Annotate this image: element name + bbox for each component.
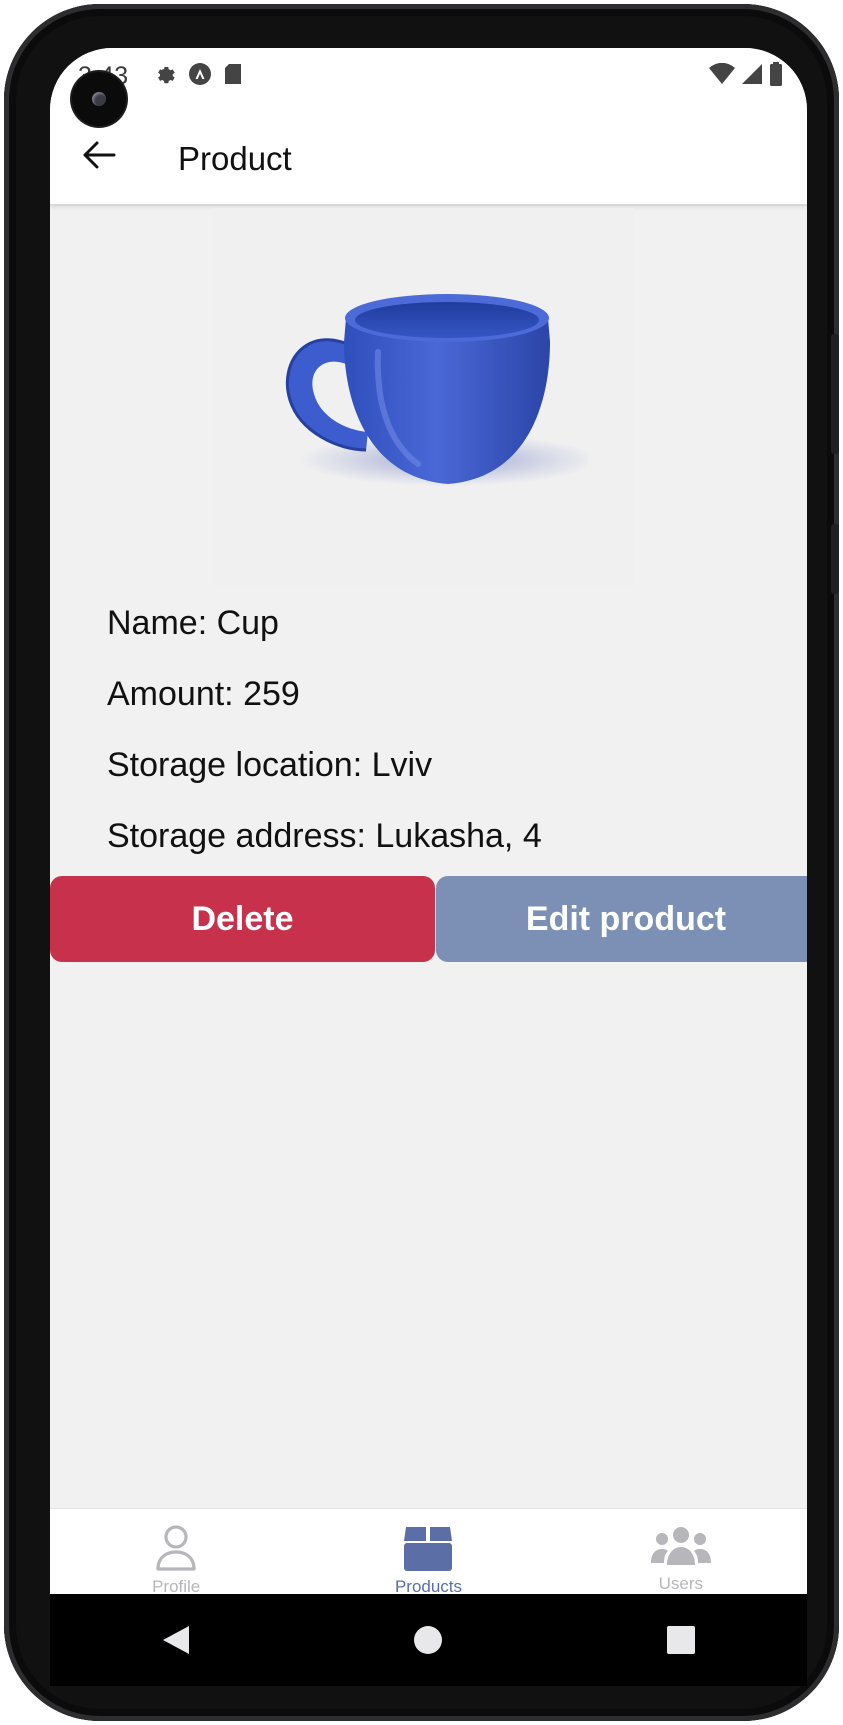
a-badge-icon: [188, 62, 212, 91]
front-camera: [72, 72, 126, 126]
tab-users[interactable]: Users: [555, 1509, 807, 1594]
back-button[interactable]: [76, 134, 122, 180]
tab-label: Users: [658, 1574, 704, 1593]
gear-icon: [154, 63, 176, 90]
product-amount: Amount: 259: [107, 675, 300, 713]
product-storage-location: Storage location: Lviv: [107, 746, 433, 784]
bottom-tab-bar: Profile Products Users: [50, 1508, 807, 1594]
product-details: Name: Cup Amount: 259 Storage location: …: [107, 603, 542, 887]
screen: 3:43: [50, 48, 807, 1594]
camera-lens: [92, 92, 106, 106]
status-bar: 3:43: [50, 48, 807, 100]
edit-product-button[interactable]: Edit product: [436, 876, 807, 962]
battery-icon: [769, 62, 783, 91]
nav-home-button[interactable]: [388, 1605, 468, 1675]
tab-profile[interactable]: Profile: [50, 1509, 302, 1594]
top-area: 3:43: [50, 48, 807, 206]
blue-cup-image: [285, 294, 588, 486]
nav-back-button[interactable]: [136, 1605, 216, 1675]
volume-button: [831, 334, 839, 454]
square-recents-icon: [666, 1626, 695, 1654]
circle-home-icon: [414, 1626, 443, 1654]
signal-icon: [741, 63, 763, 90]
nav-recents-button[interactable]: [641, 1605, 721, 1675]
tab-label: Profile: [152, 1577, 201, 1594]
power-button: [831, 524, 839, 594]
arrow-left-icon: [82, 140, 116, 175]
status-icons-right: [709, 62, 783, 91]
sd-card-icon: [224, 63, 242, 90]
triangle-back-icon: [163, 1626, 190, 1654]
product-image: [212, 208, 634, 586]
wifi-icon: [709, 62, 735, 90]
delete-button[interactable]: Delete: [50, 876, 435, 962]
action-buttons: Delete Edit product: [50, 876, 807, 962]
system-nav-bar: [50, 1594, 807, 1686]
page-title: Product: [178, 140, 292, 177]
app-header: Product: [50, 118, 807, 202]
box-icon: [404, 1527, 453, 1571]
tab-products[interactable]: Products: [302, 1509, 554, 1594]
users-group-icon: [650, 1526, 711, 1565]
product-name: Name: Cup: [107, 604, 279, 642]
page: 3:43: [0, 0, 843, 1725]
person-icon: [156, 1525, 196, 1571]
status-icons-left: [154, 62, 242, 91]
tab-label: Products: [394, 1577, 463, 1594]
